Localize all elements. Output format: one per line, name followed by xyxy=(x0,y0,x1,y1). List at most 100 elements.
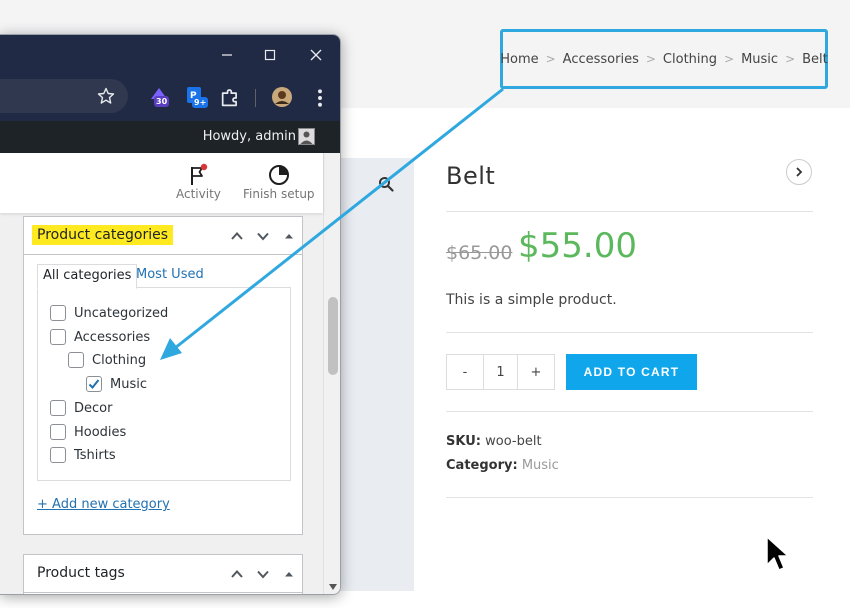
wp-admin-bar: Howdy, admin xyxy=(0,121,340,153)
divider xyxy=(446,497,813,498)
finish-setup-label: Finish setup xyxy=(243,187,315,201)
mouse-cursor-icon xyxy=(766,536,789,571)
add-to-cart-button[interactable]: ADD TO CART xyxy=(566,354,697,390)
scroll-down-arrow-icon[interactable] xyxy=(328,583,338,591)
address-bar[interactable] xyxy=(0,79,128,113)
window-scrollbar[interactable] xyxy=(323,153,340,594)
add-new-category-link[interactable]: + Add new category xyxy=(37,497,170,512)
progress-pie-icon xyxy=(268,165,289,185)
puzzle-extensions-icon[interactable] xyxy=(219,87,241,109)
move-up-button[interactable] xyxy=(229,566,245,582)
breadcrumb: Home > Accessories > Clothing > Music > … xyxy=(500,29,828,89)
tab-most-used[interactable]: Most Used xyxy=(131,264,209,289)
maximize-button[interactable] xyxy=(259,44,281,66)
next-product-button[interactable] xyxy=(786,159,812,185)
category-label: Category: xyxy=(446,458,518,473)
breadcrumb-home[interactable]: Home xyxy=(500,52,538,67)
quantity-input[interactable]: 1 xyxy=(483,355,518,389)
collapse-toggle-button[interactable] xyxy=(281,566,297,582)
sku-value: woo-belt xyxy=(485,434,542,449)
breadcrumb-accessories[interactable]: Accessories xyxy=(563,52,639,67)
list-item[interactable]: Tshirts xyxy=(50,447,116,463)
activity-button[interactable]: Activity xyxy=(176,163,221,201)
chevron-up-icon xyxy=(231,570,243,578)
category-label: Tshirts xyxy=(74,447,116,463)
category-checkbox[interactable] xyxy=(50,400,66,416)
category-checklist: Uncategorized Accessories Clothing Music xyxy=(37,287,291,481)
category-label: Decor xyxy=(74,400,113,416)
move-down-button[interactable] xyxy=(255,566,271,582)
qty-minus-button[interactable]: - xyxy=(447,355,483,389)
category-checkbox[interactable] xyxy=(50,447,66,463)
metabox-header: Product categories xyxy=(24,217,302,255)
chevron-right-icon xyxy=(796,167,803,177)
zoom-search-icon[interactable] xyxy=(378,176,394,192)
list-item[interactable]: Uncategorized xyxy=(50,305,168,321)
category-label: Music xyxy=(110,376,147,392)
list-item[interactable]: Accessories xyxy=(50,329,150,345)
minimize-button[interactable] xyxy=(216,44,238,66)
breadcrumb-separator: > xyxy=(785,52,796,66)
caret-up-icon xyxy=(285,572,293,577)
collapse-toggle-button[interactable] xyxy=(281,228,297,244)
extension-badge: 9+ xyxy=(192,97,209,108)
admin-avatar[interactable] xyxy=(298,128,315,145)
close-window-button[interactable] xyxy=(305,44,327,66)
list-item[interactable]: Music xyxy=(86,376,147,392)
short-description: This is a simple product. xyxy=(446,292,617,308)
category-checkbox-checked[interactable] xyxy=(86,376,102,392)
category-checkbox[interactable] xyxy=(50,329,66,345)
category-checkbox[interactable] xyxy=(50,305,66,321)
breadcrumb-clothing[interactable]: Clothing xyxy=(663,52,717,67)
qty-plus-button[interactable]: + xyxy=(518,355,554,389)
finish-setup-button[interactable]: Finish setup xyxy=(243,163,315,201)
breadcrumb-separator: > xyxy=(545,52,556,66)
product-categories-box: Product categories All categories Most U… xyxy=(23,216,303,535)
chevron-down-icon xyxy=(257,232,269,241)
metabox-header: Product tags xyxy=(24,555,302,593)
divider xyxy=(446,211,813,212)
window-titlebar xyxy=(0,35,340,75)
category-checkbox[interactable] xyxy=(68,352,84,368)
move-down-button[interactable] xyxy=(255,228,271,244)
profile-avatar-icon[interactable] xyxy=(271,86,293,108)
woocommerce-header: Activity Finish setup xyxy=(0,153,323,213)
minimize-icon xyxy=(222,54,232,56)
move-up-button[interactable] xyxy=(229,228,245,244)
breadcrumb-separator: > xyxy=(645,52,656,66)
category-label: Hoodies xyxy=(74,424,127,440)
quantity-stepper: - 1 + xyxy=(446,354,555,390)
product-title: Belt xyxy=(446,162,496,190)
extension-badge: 30 xyxy=(154,96,170,107)
breadcrumb-music[interactable]: Music xyxy=(741,52,778,67)
product-tags-box: Product tags xyxy=(23,554,303,594)
category-link[interactable]: Music xyxy=(522,458,559,473)
browser-toolbar: 30 P 9+ xyxy=(0,75,340,121)
list-item[interactable]: Hoodies xyxy=(50,424,126,440)
caret-up-icon xyxy=(285,234,293,239)
admin-content-area: Product categories All categories Most U… xyxy=(0,153,323,594)
kebab-menu-icon[interactable] xyxy=(309,87,331,109)
scrollbar-thumb[interactable] xyxy=(328,297,338,375)
category-checkbox[interactable] xyxy=(50,424,66,440)
sku-line: SKU: woo-belt xyxy=(446,434,542,449)
breadcrumb-separator: > xyxy=(724,52,735,66)
chevron-down-icon xyxy=(257,570,269,579)
metabox-title: Product categories xyxy=(32,225,173,245)
category-label: Accessories xyxy=(74,329,151,345)
extension-icon[interactable]: P 9+ xyxy=(185,85,209,108)
browser-window: 30 P 9+ Howdy, admin Product categories xyxy=(0,34,341,595)
activity-label: Activity xyxy=(176,187,221,201)
product-image-area xyxy=(330,158,414,591)
breadcrumb-current: Belt xyxy=(802,51,828,67)
extension-icon[interactable]: 30 xyxy=(149,85,171,107)
list-item[interactable]: Decor xyxy=(50,400,112,416)
tab-all-categories[interactable]: All categories xyxy=(37,264,138,289)
category-tabs: All categories Most Used xyxy=(37,264,291,289)
bookmark-star-icon[interactable] xyxy=(97,87,115,105)
list-item[interactable]: Clothing xyxy=(68,352,146,368)
sku-label: SKU: xyxy=(446,434,481,449)
category-label: Uncategorized xyxy=(74,305,169,321)
howdy-greeting[interactable]: Howdy, admin xyxy=(203,129,296,144)
regular-price: $65.00 xyxy=(446,242,513,264)
